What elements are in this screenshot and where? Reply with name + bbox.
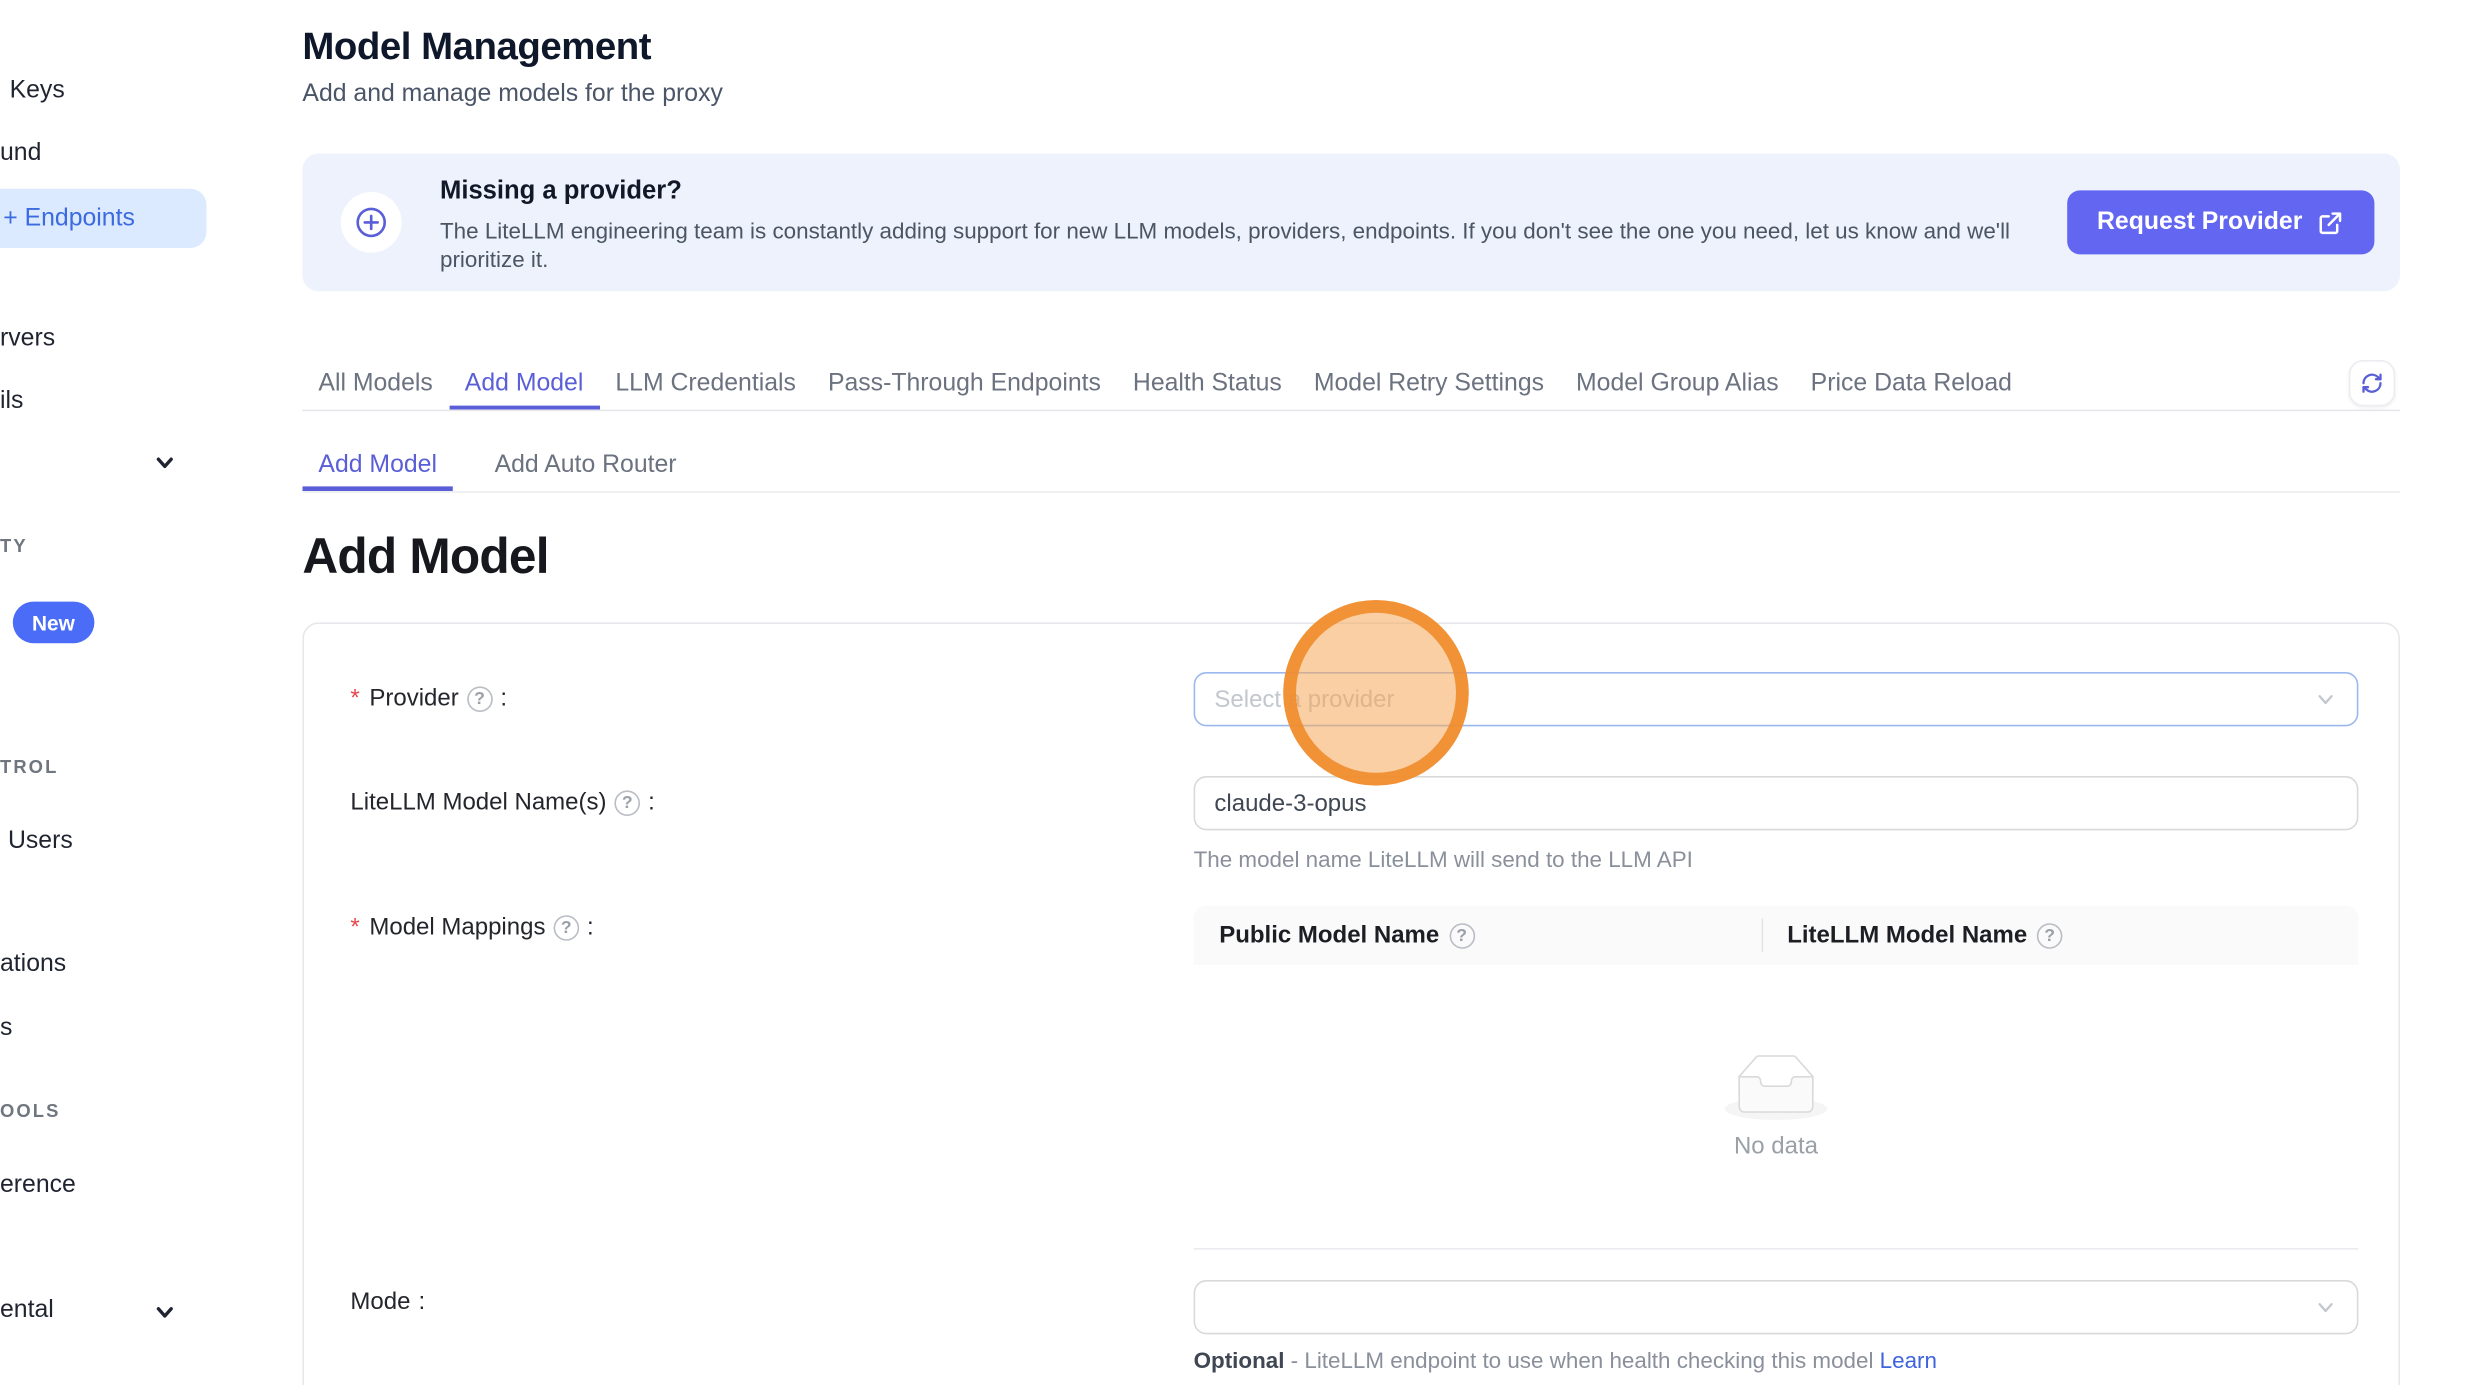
model-tabs: All Models Add Model LLM Credentials Pas… [302, 360, 2400, 411]
sidebar-item-endpoints-active[interactable]: + Endpoints [0, 189, 206, 248]
sidebar-section-observability: TY [0, 538, 28, 557]
add-model-subtabs: Add Model Add Auto Router [302, 443, 2400, 493]
chevron-down-icon[interactable] [154, 451, 176, 473]
tab-model-group-alias[interactable]: Model Group Alias [1560, 360, 1795, 410]
empty-box-icon [1725, 1054, 1827, 1120]
learn-link[interactable]: Learn [1880, 1347, 1937, 1373]
chevron-down-icon [2315, 1297, 2336, 1318]
help-icon[interactable]: ? [615, 790, 641, 816]
external-link-icon [2317, 209, 2344, 236]
subtab-add-auto-router[interactable]: Add Auto Router [479, 443, 693, 491]
sidebar-item-keys[interactable]: Keys [10, 77, 65, 106]
new-badge[interactable]: New [13, 602, 94, 644]
chevron-down-icon[interactable] [154, 1301, 176, 1323]
provider-select[interactable]: Select a provider [1194, 672, 2359, 726]
model-name-value: claude-3-opus [1214, 790, 1366, 817]
column-divider [1762, 918, 1764, 952]
tab-model-retry-settings[interactable]: Model Retry Settings [1298, 360, 1560, 410]
sidebar-item-label: + Endpoints [3, 204, 135, 233]
mode-select[interactable] [1194, 1280, 2359, 1334]
sidebar-item-api-reference[interactable]: erence [0, 1171, 76, 1200]
provider-placeholder: Select a provider [1214, 686, 1394, 713]
help-icon[interactable]: ? [1449, 922, 1475, 948]
empty-state: No data [1194, 965, 2359, 1250]
request-provider-label: Request Provider [2097, 208, 2302, 237]
sidebar-item-guardrails[interactable]: ils [0, 387, 23, 416]
sidebar-section-tools: OOLS [0, 1102, 60, 1121]
help-icon[interactable]: ? [467, 686, 493, 712]
circle-plus-icon [341, 192, 402, 253]
mode-label: Mode : [350, 1288, 425, 1315]
model-mappings-table: Public Model Name ? LiteLLM Model Name ? [1194, 906, 2359, 1250]
tab-llm-credentials[interactable]: LLM Credentials [599, 360, 812, 410]
no-data-text: No data [1734, 1132, 1818, 1159]
tab-add-model[interactable]: Add Model [449, 360, 600, 410]
sidebar-item-experimental[interactable]: ental [0, 1296, 54, 1325]
provider-label: * Provider ? : [350, 685, 507, 712]
sidebar-section-access-control: TROL [0, 758, 58, 777]
refresh-button[interactable] [2349, 360, 2395, 406]
add-model-form-card: * Provider ? : Select a provider LiteLLM… [302, 622, 2400, 1385]
subtab-add-model[interactable]: Add Model [302, 443, 453, 491]
sidebar-item-playground[interactable]: und [0, 139, 41, 168]
refresh-icon [2360, 371, 2384, 395]
page-title: Model Management [302, 26, 651, 71]
tab-pass-through-endpoints[interactable]: Pass-Through Endpoints [812, 360, 1117, 410]
model-mappings-label: * Model Mappings ? : [350, 914, 593, 941]
help-icon[interactable]: ? [2037, 922, 2063, 948]
missing-provider-banner: Missing a provider? The LiteLLM engineer… [302, 154, 2400, 292]
model-name-helper: The model name LiteLLM will send to the … [1194, 846, 1693, 872]
model-mappings-header: Public Model Name ? LiteLLM Model Name ? [1194, 906, 2359, 965]
sidebar-item-servers[interactable]: rvers [0, 325, 55, 354]
mode-helper: Optional - LiteLLM endpoint to use when … [1194, 1347, 1937, 1373]
page: Keys und + Endpoints rvers ils TY New TR… [0, 0, 2477, 1385]
required-marker: * [350, 685, 359, 712]
page-subtitle: Add and manage models for the proxy [302, 80, 722, 109]
column-public-model-name: Public Model Name ? [1194, 922, 1762, 949]
chevron-down-icon [2315, 689, 2336, 710]
tab-all-models[interactable]: All Models [302, 360, 448, 410]
banner-title: Missing a provider? [440, 178, 682, 207]
tab-health-status[interactable]: Health Status [1117, 360, 1298, 410]
add-model-heading: Add Model [302, 528, 548, 586]
column-litellm-model-name: LiteLLM Model Name ? [1762, 922, 2063, 949]
tab-price-data-reload[interactable]: Price Data Reload [1795, 360, 2028, 410]
required-marker: * [350, 914, 359, 941]
new-badge-label: New [32, 610, 75, 634]
banner-body: The LiteLLM engineering team is constant… [440, 218, 2040, 274]
main-content: Model Management Add and manage models f… [302, 0, 2400, 1385]
request-provider-button[interactable]: Request Provider [2067, 190, 2375, 254]
model-name-input[interactable]: claude-3-opus [1194, 776, 2359, 830]
help-icon[interactable]: ? [553, 914, 579, 940]
sidebar-item-teams[interactable]: s [0, 1014, 12, 1043]
sidebar: Keys und + Endpoints rvers ils TY New TR… [0, 0, 296, 1385]
sidebar-item-organizations[interactable]: ations [0, 950, 66, 979]
sidebar-item-internal-users[interactable]: Users [8, 827, 73, 856]
model-name-label: LiteLLM Model Name(s) ? : [350, 789, 654, 816]
